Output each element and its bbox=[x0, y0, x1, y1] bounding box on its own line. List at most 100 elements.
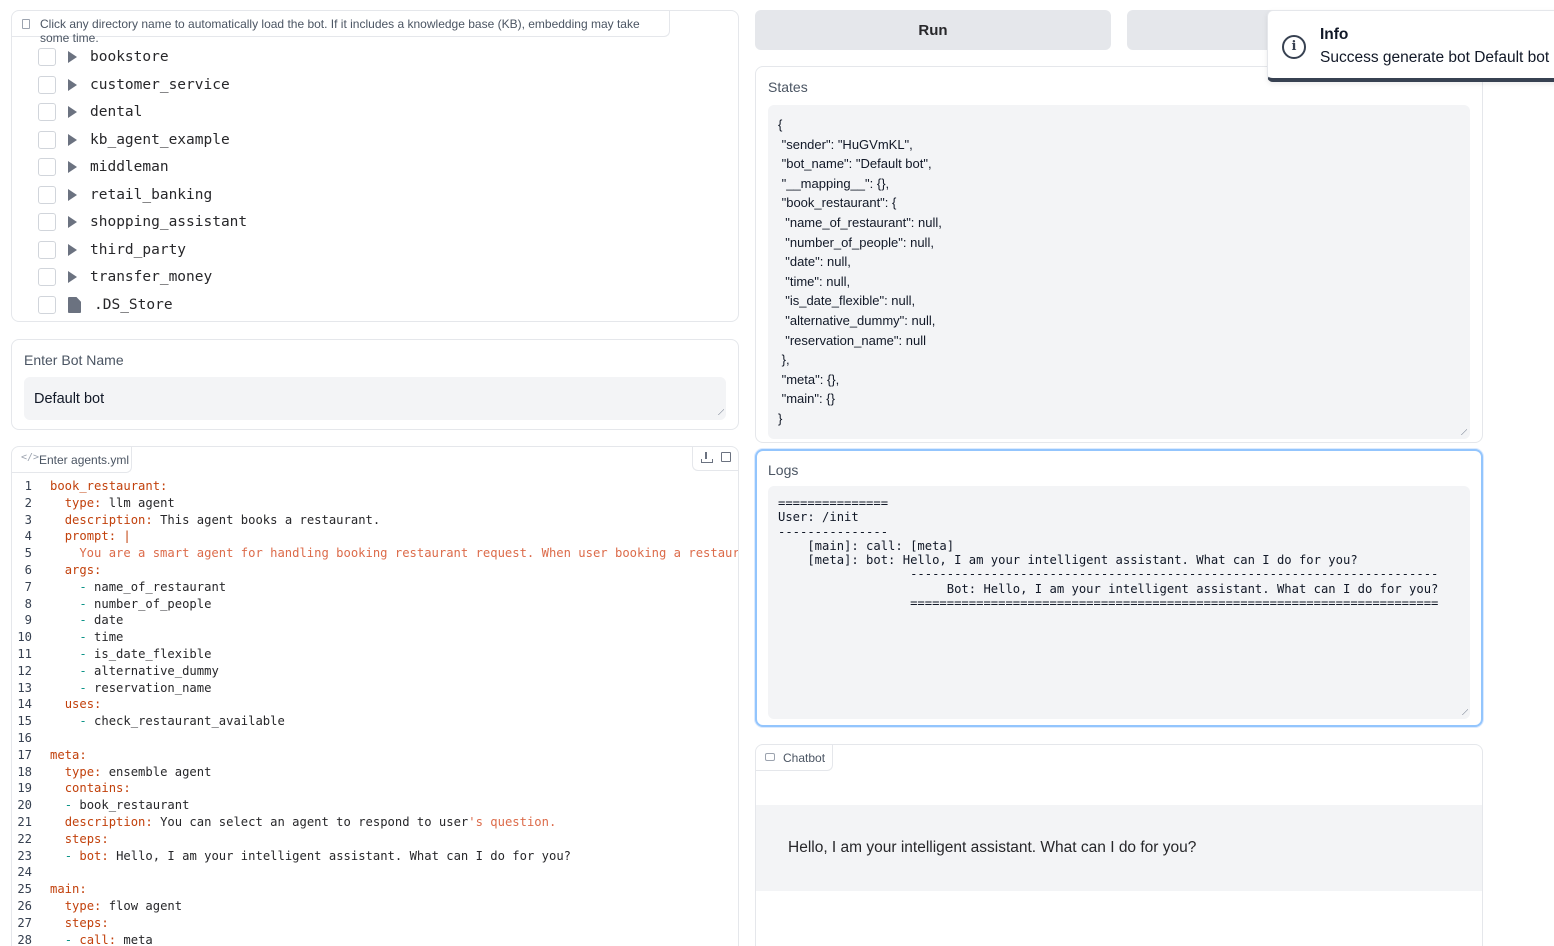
code-line-text: args: bbox=[64, 562, 102, 577]
toast-message: Success generate bot Default bot bbox=[1320, 49, 1550, 66]
expand-arrow-icon[interactable] bbox=[68, 134, 77, 146]
code-line-text: - time bbox=[79, 630, 124, 645]
code-line: 24 bbox=[12, 864, 738, 881]
code-line-text: You are a smart agent for handling booki… bbox=[50, 546, 739, 561]
code-line-text: uses: bbox=[64, 697, 102, 712]
expand-arrow-icon[interactable] bbox=[68, 244, 77, 256]
code-content[interactable]: 1 book_restaurant: 2 type: llm agent 3 desc… bbox=[12, 478, 739, 946]
states-label: States bbox=[768, 79, 808, 95]
code-line: 3 description: This agent books a restau… bbox=[12, 512, 738, 529]
logs-textarea[interactable]: =============== User: /init ------------… bbox=[768, 486, 1470, 719]
states-textarea[interactable]: { "sender": "HuGVmKL", "bot_name": "Defa… bbox=[768, 105, 1470, 439]
code-line-text: description: This agent books a restaura… bbox=[64, 512, 381, 527]
code-line: 16 bbox=[12, 730, 738, 747]
line-number: 26 bbox=[17, 898, 32, 913]
toast-title: Info bbox=[1320, 26, 1349, 43]
tree-item[interactable]: customer_service bbox=[38, 72, 638, 98]
tree-item[interactable]: shopping_assistant bbox=[38, 209, 638, 235]
tree-item-checkbox[interactable] bbox=[38, 76, 56, 94]
bot-name-input[interactable] bbox=[24, 377, 726, 420]
expand-arrow-icon[interactable] bbox=[68, 189, 77, 201]
line-number: 9 bbox=[24, 613, 32, 628]
expand-arrow-icon[interactable] bbox=[68, 271, 77, 283]
line-number: 5 bbox=[24, 546, 32, 561]
expand-arrow-icon[interactable] bbox=[68, 106, 77, 118]
code-line-text: type: llm agent bbox=[64, 495, 175, 510]
tree-item-checkbox[interactable] bbox=[38, 186, 56, 204]
code-line: 22 steps: bbox=[12, 831, 738, 848]
code-line: 27 steps: bbox=[12, 915, 738, 932]
tree-item-name[interactable]: third_party bbox=[90, 242, 186, 258]
tree-item-name[interactable]: retail_banking bbox=[90, 187, 212, 203]
code-icon: </> bbox=[21, 452, 40, 463]
tree-item-checkbox[interactable] bbox=[38, 213, 56, 231]
copy-icon[interactable] bbox=[721, 452, 731, 462]
code-line-text: meta: bbox=[50, 747, 87, 762]
code-line: 11 - is_date_flexible bbox=[12, 646, 738, 663]
tree-item[interactable]: kb_agent_example bbox=[38, 127, 638, 153]
line-number: 22 bbox=[17, 831, 32, 846]
explorer-hint: Click any directory name to automaticall… bbox=[12, 11, 670, 45]
tree-item-checkbox[interactable] bbox=[38, 131, 56, 149]
line-number: 1 bbox=[24, 479, 32, 493]
run-button[interactable]: Run bbox=[755, 10, 1111, 50]
code-line: 21 description: You can select an agent … bbox=[12, 814, 738, 831]
expand-arrow-icon[interactable] bbox=[68, 79, 77, 91]
line-number: 16 bbox=[17, 730, 32, 745]
tree-item[interactable]: retail_banking bbox=[38, 182, 638, 208]
info-icon: i bbox=[1282, 35, 1306, 59]
code-line-text: - reservation_name bbox=[79, 680, 212, 695]
expand-arrow-icon[interactable] bbox=[68, 216, 77, 228]
expand-arrow-icon[interactable] bbox=[68, 51, 77, 63]
line-number: 15 bbox=[17, 714, 32, 729]
chatbot-label-tab: Chatbot bbox=[756, 745, 833, 771]
tree-item[interactable]: bookstore bbox=[38, 44, 638, 70]
code-line: 23 - bot: Hello, I am your intelligent a… bbox=[12, 848, 738, 865]
info-toast[interactable]: i Info Success generate bot Default bot bbox=[1267, 10, 1554, 82]
code-line-text: - name_of_restaurant bbox=[79, 579, 227, 594]
chatbot-label: Chatbot bbox=[783, 751, 826, 765]
code-line-text: - bot: Hello, I am your intelligent assi… bbox=[64, 848, 571, 863]
tree-item-name[interactable]: shopping_assistant bbox=[90, 214, 247, 230]
code-line-text: steps: bbox=[64, 831, 109, 846]
code-line-text: description: You can select an agent to … bbox=[64, 814, 557, 829]
tree-item-name[interactable]: customer_service bbox=[90, 77, 230, 93]
code-line: 18 type: ensemble agent bbox=[12, 764, 738, 781]
download-icon[interactable] bbox=[701, 452, 713, 463]
tree-item-checkbox[interactable] bbox=[38, 158, 56, 176]
tree-item-checkbox[interactable] bbox=[38, 48, 56, 66]
line-number: 25 bbox=[17, 882, 32, 897]
resize-handle-icon[interactable] bbox=[1460, 707, 1468, 715]
line-number: 24 bbox=[17, 865, 32, 880]
line-number: 8 bbox=[24, 596, 32, 611]
tree-item[interactable]: transfer_money bbox=[38, 264, 638, 290]
line-number: 4 bbox=[24, 529, 32, 544]
code-line: 25 main: bbox=[12, 881, 738, 898]
tree-item[interactable]: .DS_Store bbox=[38, 292, 638, 318]
file-icon bbox=[68, 297, 81, 313]
line-number: 11 bbox=[17, 646, 32, 661]
tree-item-name[interactable]: dental bbox=[90, 104, 142, 120]
tree-item[interactable]: third_party bbox=[38, 237, 638, 263]
tree-item[interactable]: middleman bbox=[38, 154, 638, 180]
tree-item-checkbox[interactable] bbox=[38, 241, 56, 259]
code-line-text: - date bbox=[79, 613, 124, 628]
tree-item-checkbox[interactable] bbox=[38, 296, 56, 314]
tree-item-name[interactable]: middleman bbox=[90, 159, 169, 175]
line-number: 18 bbox=[17, 764, 32, 779]
tree-item[interactable]: dental bbox=[38, 99, 638, 125]
expand-arrow-icon[interactable] bbox=[68, 161, 77, 173]
code-line: 13 - reservation_name bbox=[12, 680, 738, 697]
tree-item-name[interactable]: transfer_money bbox=[90, 269, 212, 285]
tree-item-checkbox[interactable] bbox=[38, 103, 56, 121]
line-number: 2 bbox=[24, 495, 32, 510]
code-line: 14 uses: bbox=[12, 696, 738, 713]
tree-item-checkbox[interactable] bbox=[38, 268, 56, 286]
tree-item-name[interactable]: .DS_Store bbox=[94, 297, 173, 313]
resize-handle-icon[interactable] bbox=[1459, 427, 1467, 435]
tree-item-name[interactable]: bookstore bbox=[90, 49, 169, 65]
resize-handle-icon[interactable] bbox=[716, 407, 724, 415]
line-number: 7 bbox=[24, 579, 32, 594]
code-line-text: contains: bbox=[64, 781, 131, 796]
tree-item-name[interactable]: kb_agent_example bbox=[90, 132, 230, 148]
